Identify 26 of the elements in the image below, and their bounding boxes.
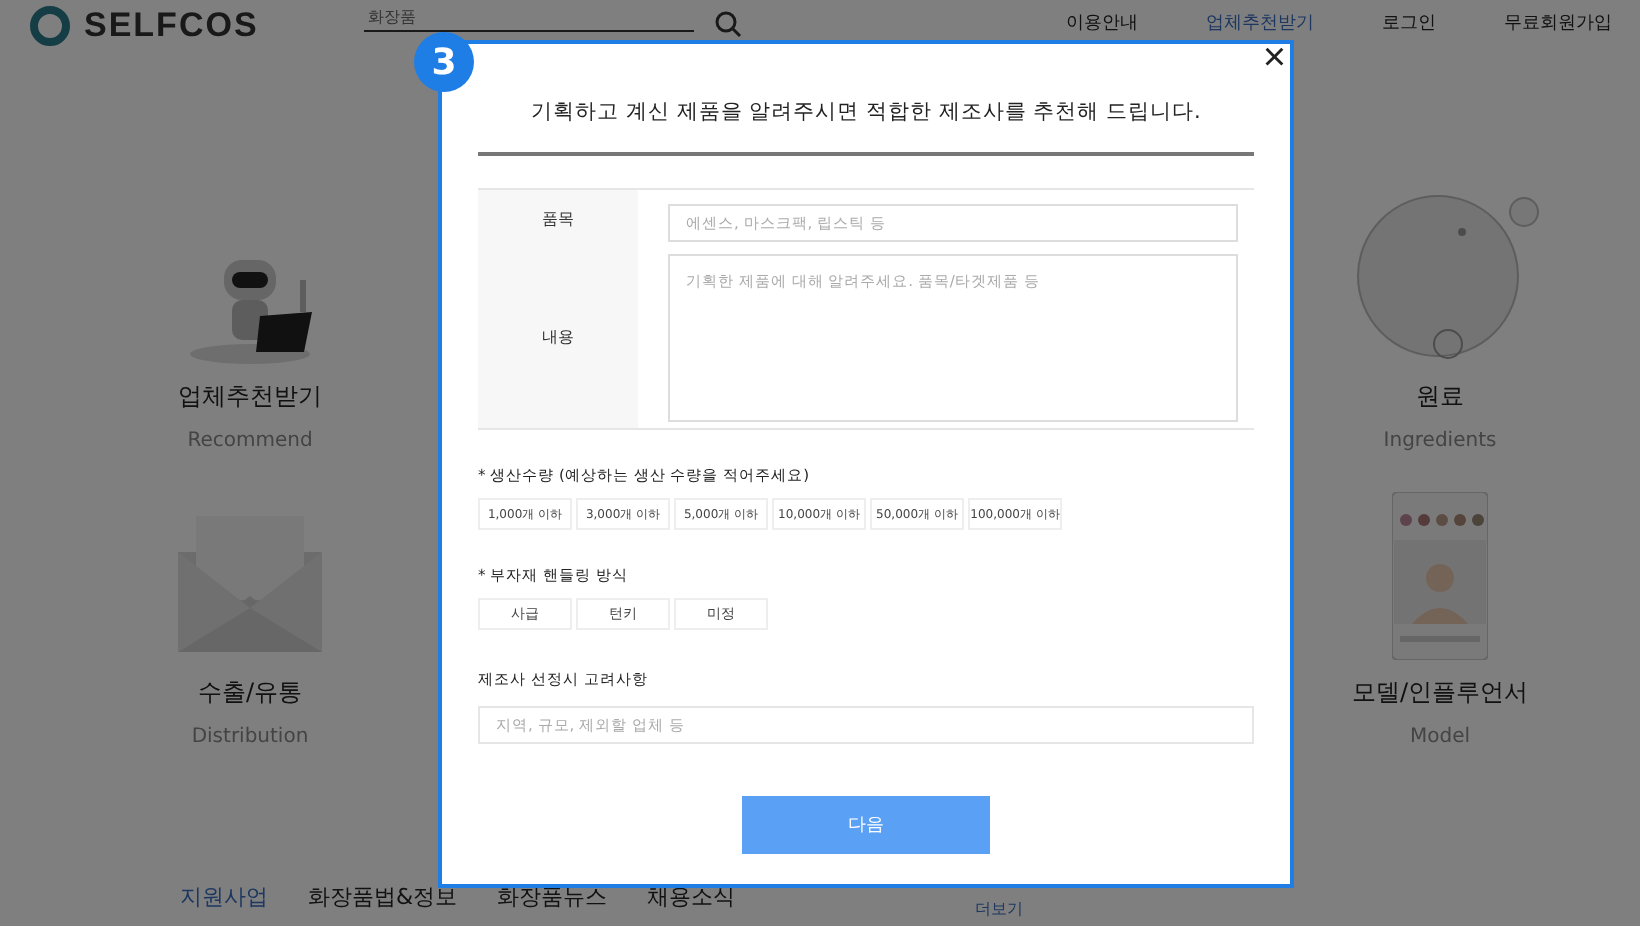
field-label: 내용 [478, 246, 638, 428]
service-subtitle: Recommend [187, 430, 313, 452]
more-link[interactable]: 더보기 [975, 898, 1024, 926]
nav-link[interactable]: 무료회원가입 [1504, 10, 1612, 36]
nav-link[interactable]: 로그인 [1382, 10, 1436, 36]
field-label: 품목 [478, 190, 638, 246]
service-subtitle: Ingredients [1383, 430, 1497, 452]
board-tab[interactable]: 화장품뉴스 [497, 881, 608, 911]
board-tab[interactable]: 지원사업 [180, 881, 268, 911]
logo-icon [28, 4, 72, 48]
service-subtitle: Distribution [191, 726, 309, 748]
service-title[interactable]: 수출/유통 [197, 676, 303, 710]
nav-link[interactable]: 이용안내 [1066, 10, 1138, 36]
search-field[interactable]: 화장품 [364, 4, 694, 32]
nav-link[interactable]: 업체추천받기 [1206, 10, 1314, 36]
service-title[interactable]: 원료 [1416, 380, 1464, 414]
board-tab[interactable]: 화장품법&정보 [308, 881, 458, 911]
logo[interactable]: SELFCOS [84, 6, 259, 46]
search-icon [714, 10, 742, 38]
service-title[interactable]: 업체추천받기 [178, 380, 322, 414]
service-title[interactable]: 모델/인플루언서 [1351, 676, 1529, 710]
close-button[interactable]: × [1258, 40, 1290, 76]
next-button[interactable]: 다음 [742, 796, 990, 854]
modal-title: 기획하고 계신 제품을 알려주시면 적합한 제조사를 추천해 드립니다. [529, 98, 1203, 126]
service-subtitle: Model [1409, 726, 1471, 748]
board-tab[interactable]: 채용소식 [647, 881, 736, 911]
